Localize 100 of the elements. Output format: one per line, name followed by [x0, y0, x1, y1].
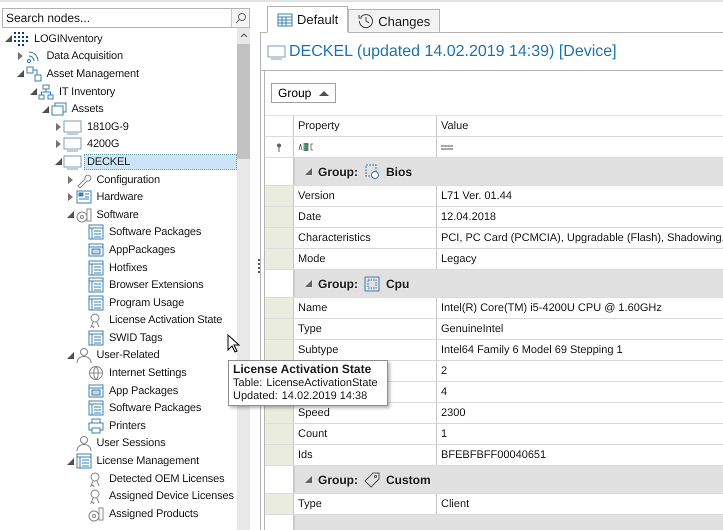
- tree-node[interactable]: Data Acquisition: [44, 48, 126, 64]
- stacked-screens-icon: [50, 101, 66, 118]
- tree-node[interactable]: Hotfixes: [106, 260, 151, 276]
- group-row[interactable]: Group: Bios: [294, 158, 723, 185]
- tree-node[interactable]: Detected OEM Licenses: [106, 470, 228, 487]
- collapsed-arrow-icon[interactable]: [56, 140, 60, 148]
- network-tree-icon: [38, 84, 54, 100]
- property-cell: Characteristics: [298, 232, 371, 244]
- window-panels-icon: [88, 382, 104, 399]
- value-cell: 12.04.2018: [441, 211, 496, 223]
- property-cell: Speed: [298, 407, 330, 419]
- expanded-arrow-icon[interactable]: [305, 476, 312, 483]
- collapsed-arrow-icon[interactable]: [68, 193, 73, 202]
- group-row[interactable]: Group: Custom: [294, 466, 723, 493]
- tree-node[interactable]: Asset Management: [44, 66, 142, 82]
- list-window-icon: [88, 224, 104, 240]
- expanded-arrow-icon[interactable]: [54, 158, 62, 166]
- group-label: Group:: [318, 164, 358, 178]
- tree-node[interactable]: Program Usage: [106, 294, 188, 311]
- collapsed-arrow-icon[interactable]: [56, 122, 60, 131]
- expanded-arrow-icon[interactable]: [67, 352, 74, 359]
- expanded-arrow-icon[interactable]: [305, 280, 312, 287]
- expanded-arrow-icon[interactable]: [67, 458, 74, 465]
- tree-node[interactable]: Software Packages: [106, 400, 204, 416]
- tree-node[interactable]: Software Packages: [106, 224, 204, 240]
- pin-icon: [276, 142, 282, 152]
- tree-node[interactable]: 1810G-9: [84, 118, 132, 135]
- scrollbar-thumb[interactable]: [237, 44, 250, 159]
- tree-node[interactable]: License Activation State: [106, 312, 226, 328]
- globe-icon: [88, 365, 104, 382]
- column-header[interactable]: Property: [298, 120, 340, 132]
- tree-node[interactable]: IT Inventory: [56, 84, 118, 100]
- printer-icon: [88, 418, 104, 434]
- property-cell: Version: [298, 190, 335, 202]
- search-field[interactable]: Search nodes...: [2, 8, 250, 28]
- group-label: Group:: [318, 472, 358, 486]
- tree-node[interactable]: Hardware: [94, 189, 146, 206]
- tree-node[interactable]: Printers: [106, 418, 149, 434]
- monitor-icon: [267, 44, 286, 60]
- tree-node[interactable]: Configuration: [94, 172, 163, 188]
- page-title: DECKEL (updated 14.02.2019 14:39) [Device]: [289, 42, 617, 60]
- tree-node[interactable]: User-Related: [94, 347, 163, 364]
- monitor-icon: [63, 154, 82, 170]
- value-cell: 2: [441, 365, 448, 377]
- tree-node[interactable]: SWID Tags: [106, 330, 166, 346]
- tree-node[interactable]: AppPackages: [106, 242, 178, 258]
- tab[interactable]: Default: [267, 6, 348, 33]
- collapsed-arrow-icon[interactable]: [68, 176, 73, 184]
- tag-icon: [364, 472, 380, 488]
- user-icon: [76, 435, 92, 452]
- value-cell: GenuineIntel: [441, 323, 504, 335]
- tree-node[interactable]: 4200G: [84, 136, 122, 152]
- tree-node[interactable]: LOGINventory: [31, 30, 106, 47]
- property-cell: Mode: [298, 253, 326, 265]
- expanded-arrow-icon[interactable]: [67, 211, 74, 218]
- value-cell: Intel(R) Core(TM) i5-4200U CPU @ 1.60GHz: [441, 302, 662, 314]
- tab[interactable]: Changes: [348, 9, 440, 33]
- expanded-arrow-icon[interactable]: [4, 35, 12, 42]
- tree-node[interactable]: Assigned Products: [106, 506, 202, 522]
- property-cell: Type: [298, 498, 322, 510]
- tree-node[interactable]: DECKEL: [84, 154, 237, 170]
- tooltip-label: Table:: [233, 377, 262, 390]
- tree-node[interactable]: Assigned Device Licenses: [106, 488, 237, 504]
- group-name: Cpu: [386, 276, 410, 290]
- value-cell: Intel64 Family 6 Model 69 Stepping 1: [441, 344, 623, 356]
- linked-squares-icon: [26, 66, 42, 82]
- expanded-arrow-icon[interactable]: [42, 106, 49, 113]
- tree-node[interactable]: Assets: [68, 101, 107, 118]
- group-label: Group:: [318, 276, 358, 290]
- disc-box-icon: [88, 506, 104, 522]
- property-cell: Count: [298, 428, 328, 440]
- search-button[interactable]: [231, 9, 249, 27]
- user-icon: [76, 347, 92, 364]
- tree-node[interactable]: Software: [94, 206, 142, 223]
- expanded-arrow-icon[interactable]: [17, 70, 24, 78]
- text-filter-icon[interactable]: [298, 143, 314, 151]
- tree-node[interactable]: User Sessions: [94, 435, 168, 452]
- tree-node[interactable]: Browser Extensions: [106, 277, 207, 294]
- monitor-icon: [63, 136, 82, 152]
- group-name: Custom: [386, 472, 431, 486]
- expanded-arrow-icon[interactable]: [305, 168, 312, 175]
- tree-node[interactable]: App Packages: [106, 382, 182, 399]
- list-window-icon: [88, 277, 104, 294]
- column-header[interactable]: Value: [441, 120, 468, 132]
- group-row[interactable]: Group: Cpu: [294, 270, 723, 297]
- disc-box-icon: [76, 206, 92, 223]
- value-cell: Client: [441, 498, 470, 510]
- group-button[interactable]: Group: [271, 83, 336, 103]
- expanded-arrow-icon[interactable]: [30, 88, 36, 96]
- search-icon: [234, 12, 246, 24]
- property-cell: Name: [298, 302, 328, 314]
- property-cell: Subtype: [298, 344, 338, 356]
- wrench-icon: [76, 172, 92, 188]
- tree-node[interactable]: Internet Settings: [106, 365, 190, 382]
- collapsed-arrow-icon[interactable]: [18, 52, 23, 60]
- value-cell: 2300: [441, 407, 466, 419]
- table-icon: [277, 12, 293, 28]
- tooltip-value: 14.02.2019 14:38: [282, 390, 368, 403]
- tree-node[interactable]: License Management: [94, 453, 202, 470]
- equals-filter-icon[interactable]: [441, 144, 453, 150]
